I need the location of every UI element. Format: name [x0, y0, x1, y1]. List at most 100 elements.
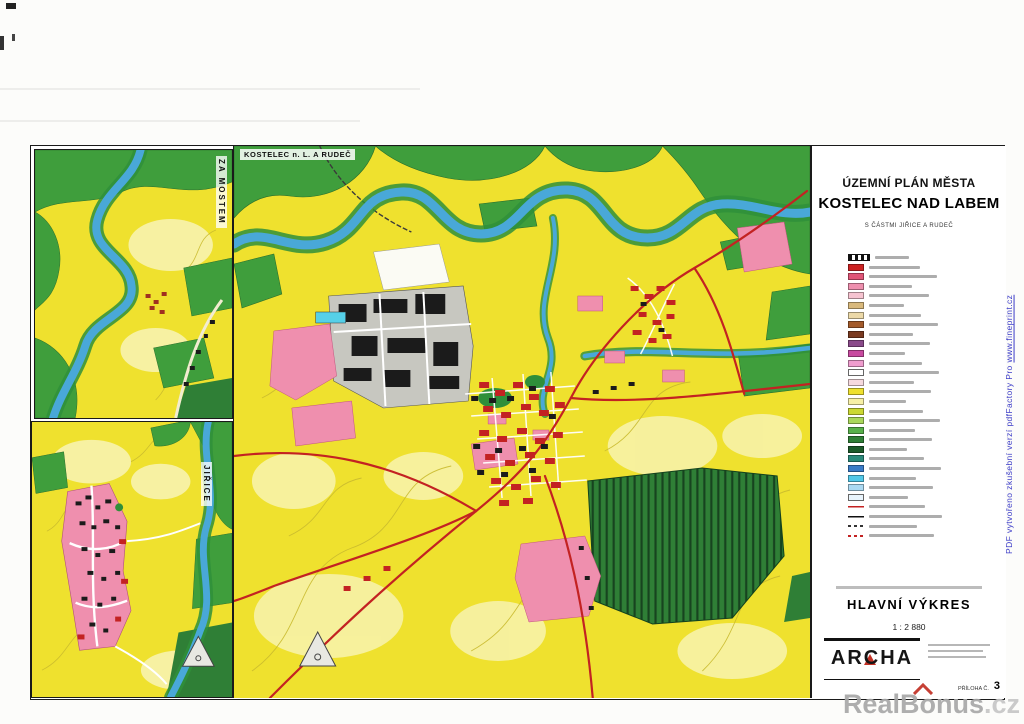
inset-map-za-mostem: ZA MOSTEM: [34, 149, 233, 419]
legend-label-placeholder: [869, 352, 905, 355]
village-green: [115, 503, 123, 511]
legend-label-placeholder: [869, 390, 931, 393]
legend-label-placeholder: [869, 266, 920, 269]
scan-streak: [0, 120, 360, 122]
legend-label-placeholder: [869, 371, 939, 374]
scan-artifact: [12, 34, 15, 41]
legend-swatch: [848, 379, 864, 386]
legend-swatch: [848, 513, 864, 520]
watermark-house-icon: [913, 683, 933, 695]
legend-label-placeholder: [869, 400, 906, 403]
legend-swatch: [848, 455, 864, 462]
legend-label-placeholder: [869, 486, 933, 489]
legend-swatch: [848, 292, 864, 299]
legend-item: [848, 312, 1000, 319]
legend-label-placeholder: [869, 323, 938, 326]
legend-label-placeholder: [869, 419, 940, 422]
development-area-white: [374, 244, 450, 290]
inset-top-label: ZA MOSTEM: [216, 156, 227, 228]
legend-swatch: [848, 398, 864, 405]
drawing-title: HLAVNÍ VÝKRES: [812, 597, 1006, 612]
legend-swatch: [848, 321, 864, 328]
map-scale: 1 : 2 880: [812, 622, 1006, 632]
legend-swatch: [848, 264, 864, 271]
legend-swatch: [848, 254, 870, 261]
legend-item: [848, 254, 1000, 261]
legend-label-placeholder: [869, 381, 914, 384]
studio-address-lines: [928, 644, 990, 658]
inset-map-jirice: JIŘICE: [31, 421, 233, 698]
legend-item: [848, 503, 1000, 510]
legend-item: [848, 513, 1000, 520]
legend-swatch: [848, 465, 864, 472]
water-facility: [316, 312, 346, 323]
legend-label-placeholder: [869, 362, 922, 365]
legend-swatch: [848, 360, 864, 367]
legend-item: [848, 302, 1000, 309]
legend-label-placeholder: [869, 515, 942, 518]
legend-swatch: [848, 503, 864, 510]
inset-bottom-label: JIŘICE: [201, 462, 212, 506]
legend-swatch: [848, 312, 864, 319]
legend-item: [848, 523, 1000, 530]
legend-label-placeholder: [869, 505, 925, 508]
legend-label-placeholder: [869, 410, 923, 413]
legend-label-placeholder: [869, 304, 904, 307]
legend-label-placeholder: [869, 496, 908, 499]
watermark-tld: .cz: [984, 689, 1020, 719]
scan-artifact: [6, 3, 16, 9]
scan-streak: [0, 88, 420, 90]
legend-swatch: [848, 408, 864, 415]
legend-label-placeholder: [869, 314, 921, 317]
legend-swatch: [848, 535, 864, 537]
legend-swatch: [848, 494, 864, 501]
legend-label-placeholder: [869, 342, 930, 345]
title-panel: ÚZEMNÍ PLÁN MĚSTA KOSTELEC NAD LABEM S Č…: [811, 146, 1006, 698]
city-name-heading: KOSTELEC NAD LABEM: [812, 195, 1006, 212]
legend-label-placeholder: [869, 294, 929, 297]
legend-swatch: [848, 340, 864, 347]
legend-item: [848, 408, 1000, 415]
legend-item: [848, 446, 1000, 453]
legend-item: [848, 283, 1000, 290]
subtitle: S ČÁSTMI JIŘICE A RUDEČ: [812, 223, 1006, 229]
legend-label-placeholder: [869, 448, 907, 451]
legend-item: [848, 321, 1000, 328]
legend-item: [848, 388, 1000, 395]
main-map: KOSTELEC n. L. A RUDEČ: [233, 146, 811, 698]
legend-swatch: [848, 331, 864, 338]
archa-logo-text: ARCHA: [824, 641, 920, 675]
legend-swatch: [848, 273, 864, 280]
main-map-graphic: [234, 146, 810, 698]
legend-swatch: [848, 350, 864, 357]
legend-item: [848, 484, 1000, 491]
legend-label-placeholder: [869, 438, 932, 441]
legend-label-placeholder: [869, 477, 916, 480]
legend-item: [848, 264, 1000, 271]
realbonus-watermark: RealBonus.cz: [843, 689, 1020, 720]
legend-swatch: [848, 436, 864, 443]
pdf-trial-notice: PDF vytvořeno zkušební verzí pdfFactory …: [1004, 145, 1022, 703]
copyright-note-line: [836, 586, 982, 589]
legend-item: [848, 331, 1000, 338]
legend-swatch: [848, 446, 864, 453]
pdf-notice-text: PDF vytvořeno zkušební verzí pdfFactory …: [1004, 365, 1014, 554]
legend-swatch: [848, 484, 864, 491]
scan-artifact: [0, 36, 4, 50]
plan-type-heading: ÚZEMNÍ PLÁN MĚSTA: [812, 176, 1006, 190]
legend-swatch: [848, 417, 864, 424]
legend-item: [848, 379, 1000, 386]
legend-item: [848, 360, 1000, 367]
legend-item: [848, 436, 1000, 443]
legend-label-placeholder: [869, 429, 915, 432]
legend-label-placeholder: [869, 333, 913, 336]
legend-item: [848, 475, 1000, 482]
legend-item: [848, 532, 1000, 539]
legend-label-placeholder: [869, 467, 941, 470]
legend-item: [848, 427, 1000, 434]
legend-label-placeholder: [869, 275, 937, 278]
archa-logo: ARCHA: [824, 638, 920, 680]
legend-item: [848, 292, 1000, 299]
pdf-notice-link[interactable]: www.fineprint.cz: [1004, 294, 1014, 362]
legend-label-placeholder: [869, 285, 912, 288]
